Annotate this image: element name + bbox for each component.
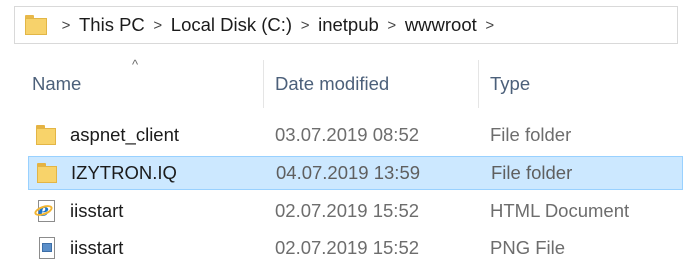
breadcrumb-this-pc[interactable]: This PC bbox=[79, 14, 145, 36]
file-row-iisstart-png[interactable]: iisstart 02.07.2019 15:52 PNG File bbox=[28, 231, 683, 261]
file-name-cell: IZYTRON.IQ bbox=[37, 157, 177, 189]
type-cell: File folder bbox=[491, 162, 573, 183]
folder-icon bbox=[36, 124, 58, 146]
file-row-aspnet-client[interactable]: aspnet_client 03.07.2019 08:52 File fold… bbox=[28, 118, 683, 152]
column-header-type[interactable]: Type bbox=[490, 56, 530, 112]
breadcrumb-inetpub[interactable]: inetpub bbox=[318, 14, 379, 36]
date-modified-cell: 02.07.2019 15:52 bbox=[275, 200, 420, 221]
column-divider[interactable] bbox=[478, 60, 479, 108]
folder-icon bbox=[37, 162, 59, 184]
column-header-date-modified[interactable]: Date modified bbox=[275, 56, 389, 112]
chevron-right-icon[interactable]: > bbox=[379, 17, 405, 34]
chevron-right-icon[interactable]: > bbox=[477, 17, 503, 34]
type-cell: HTML Document bbox=[490, 200, 630, 221]
type-cell: File folder bbox=[490, 124, 572, 145]
file-name-cell: iisstart bbox=[36, 231, 123, 261]
file-name-cell: aspnet_client bbox=[36, 118, 179, 152]
breadcrumb-wwwroot[interactable]: wwwroot bbox=[405, 14, 477, 36]
column-header-row: Name Date modified Type bbox=[0, 56, 683, 112]
png-file-icon bbox=[36, 237, 58, 259]
chevron-right-icon[interactable]: > bbox=[145, 17, 171, 34]
type-cell: PNG File bbox=[490, 237, 566, 258]
breadcrumb-local-disk[interactable]: Local Disk (C:) bbox=[171, 14, 292, 36]
file-name: aspnet_client bbox=[70, 124, 180, 145]
file-explorer-window: > This PC > Local Disk (C:) > inetpub > … bbox=[0, 0, 683, 261]
file-row-iisstart-html[interactable]: e iisstart 02.07.2019 15:52 HTML Documen… bbox=[28, 194, 683, 228]
chevron-right-icon[interactable]: > bbox=[53, 17, 79, 34]
html-document-icon: e bbox=[33, 200, 58, 222]
column-header-name[interactable]: Name bbox=[32, 56, 81, 112]
file-row-izytron-iq[interactable]: IZYTRON.IQ 04.07.2019 13:59 File folder bbox=[28, 156, 683, 190]
column-divider[interactable] bbox=[263, 60, 264, 108]
file-name: iisstart bbox=[70, 200, 124, 221]
chevron-right-icon[interactable]: > bbox=[292, 17, 318, 34]
file-name: iisstart bbox=[70, 237, 124, 258]
file-name-cell: e iisstart bbox=[33, 194, 124, 228]
address-bar[interactable]: > This PC > Local Disk (C:) > inetpub > … bbox=[14, 6, 678, 44]
date-modified-cell: 03.07.2019 08:52 bbox=[275, 124, 420, 145]
date-modified-cell: 04.07.2019 13:59 bbox=[276, 162, 421, 183]
date-modified-cell: 02.07.2019 15:52 bbox=[275, 237, 420, 258]
folder-icon bbox=[25, 15, 47, 35]
file-name: IZYTRON.IQ bbox=[71, 162, 177, 183]
